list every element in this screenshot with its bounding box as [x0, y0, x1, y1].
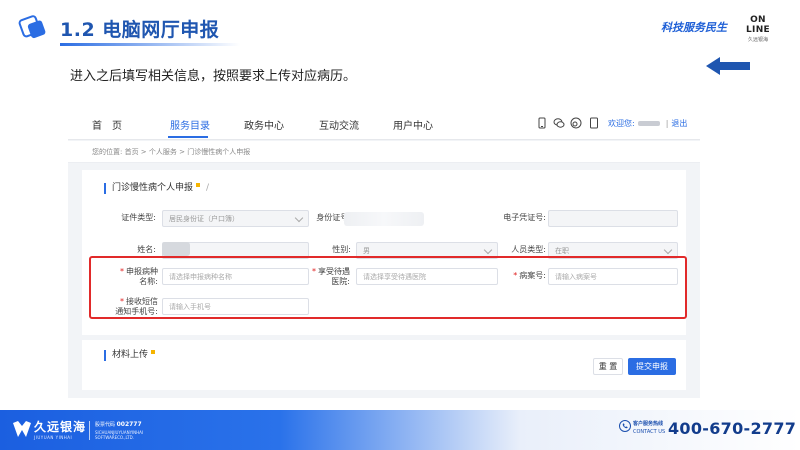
- reset-button[interactable]: 重 置: [593, 358, 623, 375]
- slogan-text: 科技服务民生: [661, 21, 727, 34]
- tablet-icon[interactable]: [588, 117, 600, 129]
- id-number-redacted: [344, 212, 424, 226]
- top-navbar: 首 页 服务目录 政务中心 互动交流 用户中心 欢迎您: | 退出: [68, 108, 700, 140]
- hotline-label: 客户服务热线: [633, 421, 664, 427]
- weibo-icon[interactable]: [570, 117, 582, 129]
- section-mark-icon: [151, 350, 156, 354]
- stock-info: 股票代码 002777 SICHUANJIUYUANYINHAI SOFTWAR…: [89, 421, 155, 440]
- gender-label: 性别:: [332, 245, 351, 254]
- company-name-en: SICHUANJIUYUANYINHAI SOFTWARECO.,LTD.: [95, 430, 144, 440]
- online-logo-text: ON LINE: [746, 15, 770, 35]
- section-slash: /: [206, 183, 210, 193]
- breadcrumb: 您的位置: 首页 > 个人服务 > 门诊慢性病个人申报: [92, 148, 251, 156]
- nav-service-catalog[interactable]: 服务目录: [170, 117, 210, 132]
- brand-logo-icon: [13, 421, 31, 437]
- hotline-number: 400-670-2777: [668, 419, 797, 438]
- upload-section-title-text: 材料上传: [112, 350, 149, 360]
- online-logo-sub: 久远银海: [747, 37, 768, 43]
- brand-name: 久远银海: [34, 420, 87, 434]
- username-redacted: [637, 121, 660, 126]
- web-portal-screenshot: 首 页 服务目录 政务中心 互动交流 用户中心 欢迎您: | 退出 您的位置: 首页…: [68, 108, 700, 398]
- name-redacted: [162, 242, 190, 256]
- section-mark-icon: [196, 183, 201, 187]
- id-type-label: 证件类型:: [121, 213, 156, 222]
- instruction-text: 进入之后填写相关信息，按照要求上传对应病历。: [70, 69, 357, 84]
- cube-logo-icon: [18, 15, 46, 39]
- breadcrumb-bar: 您的位置: 首页 > 个人服务 > 门诊慢性病个人申报: [68, 141, 700, 163]
- upload-section-title: 材料上传: [104, 350, 156, 361]
- nav-home[interactable]: 首 页: [92, 117, 122, 132]
- person-type-label: 人员类型:: [511, 245, 546, 254]
- phone-icon: [619, 420, 631, 432]
- slide-title: 1.2 电脑网厅申报: [60, 19, 220, 41]
- chevron-down-icon: [663, 245, 673, 255]
- nav-user-center[interactable]: 用户中心: [393, 117, 433, 132]
- e-cert-label: 电子凭证号:: [503, 213, 546, 222]
- person-type-value: 在职: [555, 247, 569, 255]
- welcome-area: 欢迎您: | 退出: [608, 118, 687, 129]
- slide-header: 1.2 电脑网厅申报 科技服务民生 ON LINE 久远银海: [0, 0, 800, 52]
- form-section-title: 门诊慢性病个人申报: [104, 183, 201, 194]
- title-underline: [60, 43, 240, 46]
- id-type-value: 居民身份证（户口簿）: [169, 215, 239, 223]
- submit-declaration-button[interactable]: 提交申报: [628, 358, 676, 375]
- name-label: 姓名:: [137, 245, 156, 254]
- welcome-separator: |: [665, 119, 669, 128]
- e-cert-field[interactable]: [548, 210, 678, 227]
- logout-link[interactable]: 退出: [671, 119, 687, 128]
- nav-interaction[interactable]: 互动交流: [319, 117, 359, 132]
- wechat-icon[interactable]: [553, 117, 565, 129]
- online-logo: ON LINE 久远银海: [738, 15, 778, 43]
- id-type-select[interactable]: 居民身份证（户口簿）: [162, 210, 309, 227]
- nav-active-indicator: [168, 136, 208, 138]
- required-fields-highlight: [89, 256, 687, 319]
- nav-government-center[interactable]: 政务中心: [244, 117, 284, 132]
- form-section-title-text: 门诊慢性病个人申报: [112, 183, 194, 193]
- brand-name-en: JIUYUAN YINHAI: [34, 435, 73, 440]
- gender-value: 男: [363, 247, 370, 255]
- mobile-phone-icon[interactable]: [536, 117, 548, 129]
- welcome-prefix: 欢迎您:: [608, 119, 635, 128]
- id-number-label: 身份证号:: [316, 213, 351, 222]
- arrow-left-icon: [706, 57, 750, 75]
- stock-code: 股票代码 002777: [95, 421, 142, 428]
- hotline-label-en: CONTACT US: [633, 429, 666, 435]
